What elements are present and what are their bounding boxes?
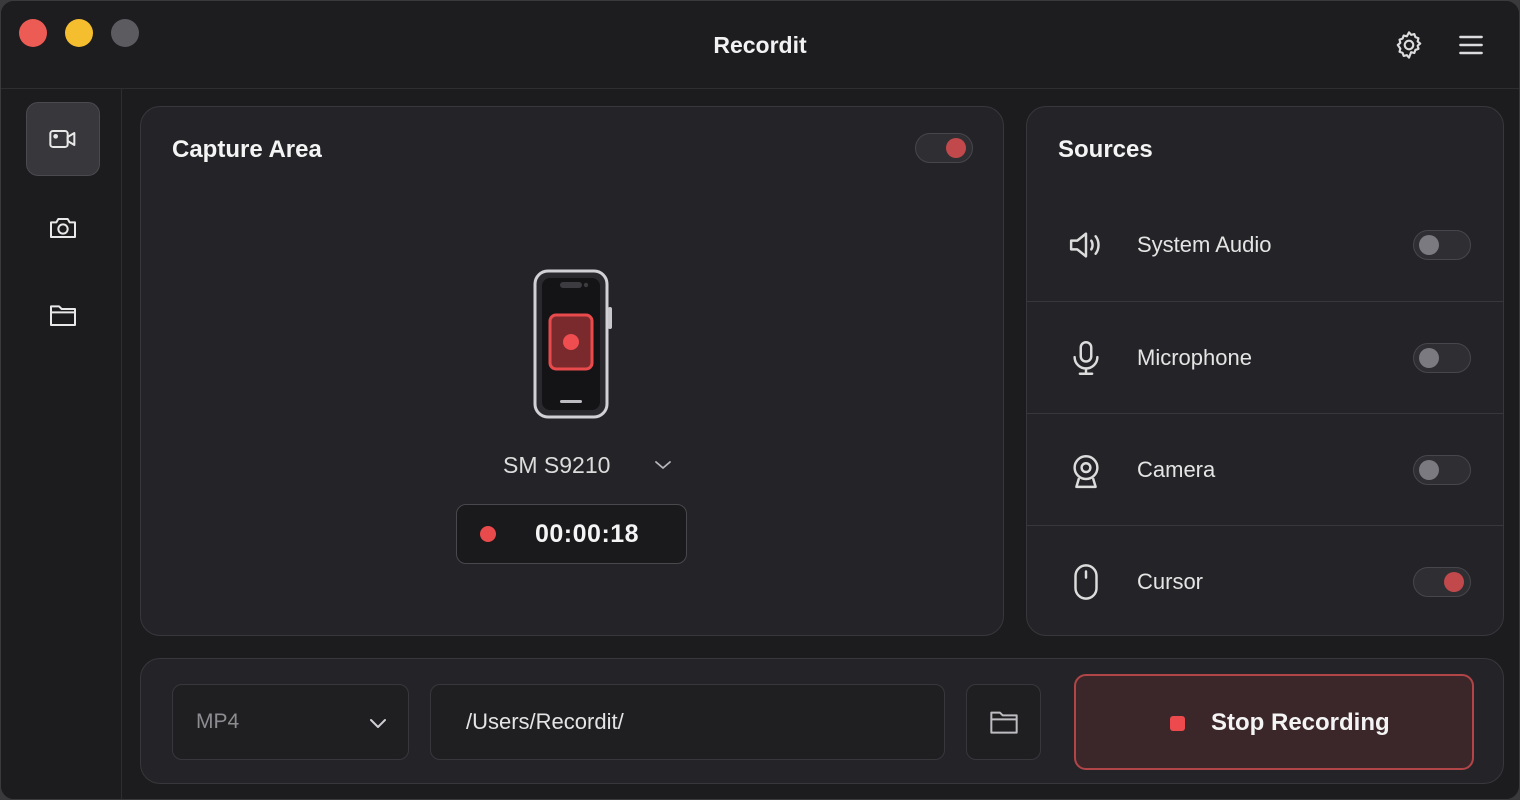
chevron-down-icon — [370, 719, 386, 728]
source-label: Camera — [1137, 457, 1216, 482]
recording-timer: 00:00:18 — [456, 504, 687, 564]
microphone-toggle[interactable] — [1413, 343, 1471, 373]
source-label: Microphone — [1137, 345, 1252, 370]
chevron-down-icon[interactable] — [653, 457, 673, 473]
cursor-toggle[interactable] — [1413, 567, 1471, 597]
folder-icon — [989, 711, 1018, 734]
sidebar — [1, 89, 122, 799]
output-path-input[interactable] — [430, 684, 945, 760]
folder-icon — [50, 305, 76, 326]
recording-indicator-icon — [480, 526, 496, 542]
source-row-microphone: Microphone — [1027, 301, 1503, 413]
stop-recording-label: Stop Recording — [1211, 709, 1390, 736]
sidebar-item-screenshot[interactable] — [26, 190, 100, 264]
capture-area-toggle[interactable] — [915, 133, 973, 163]
device-name[interactable]: SM S9210 — [503, 452, 610, 479]
source-label: Cursor — [1137, 569, 1204, 594]
sidebar-item-files[interactable] — [26, 278, 100, 352]
source-row-cursor: Cursor — [1027, 525, 1503, 637]
gear-icon[interactable] — [1393, 29, 1425, 61]
source-row-camera: Camera — [1027, 413, 1503, 525]
title-bar: Recordit — [1, 1, 1519, 89]
source-row-system-audio: System Audio — [1027, 189, 1503, 301]
browse-folder-button[interactable] — [966, 684, 1041, 760]
sidebar-item-record-video[interactable] — [26, 102, 100, 176]
format-value: MP4 — [196, 710, 240, 733]
system-audio-toggle[interactable] — [1413, 230, 1471, 260]
webcam-icon — [1073, 455, 1099, 489]
capture-area-title: Capture Area — [172, 136, 322, 163]
camera-icon — [50, 218, 76, 238]
camera-toggle[interactable] — [1413, 455, 1471, 485]
hamburger-menu-icon[interactable] — [1455, 29, 1487, 61]
app-title: Recordit — [713, 32, 807, 58]
stop-recording-button[interactable]: Stop Recording — [1074, 674, 1474, 770]
capture-area-panel: Capture Area SM S9210 00:00:18 — [140, 106, 1004, 636]
sources-panel: Sources System Audio Microphone Camera C… — [1026, 106, 1504, 636]
app-window: Recordit Capture Area SM S9210 00:00:18 … — [0, 0, 1520, 800]
output-bar: MP4 Stop Recording — [140, 658, 1504, 784]
phone-device-icon — [533, 269, 612, 419]
video-camera-icon — [49, 130, 76, 148]
format-select[interactable]: MP4 — [172, 684, 409, 760]
sources-title: Sources — [1058, 136, 1153, 163]
stop-icon — [1170, 716, 1185, 731]
source-label: System Audio — [1137, 232, 1272, 257]
speaker-icon — [1069, 232, 1100, 258]
microphone-icon — [1073, 341, 1099, 375]
timer-value: 00:00:18 — [535, 520, 640, 548]
mouse-icon — [1074, 564, 1098, 600]
